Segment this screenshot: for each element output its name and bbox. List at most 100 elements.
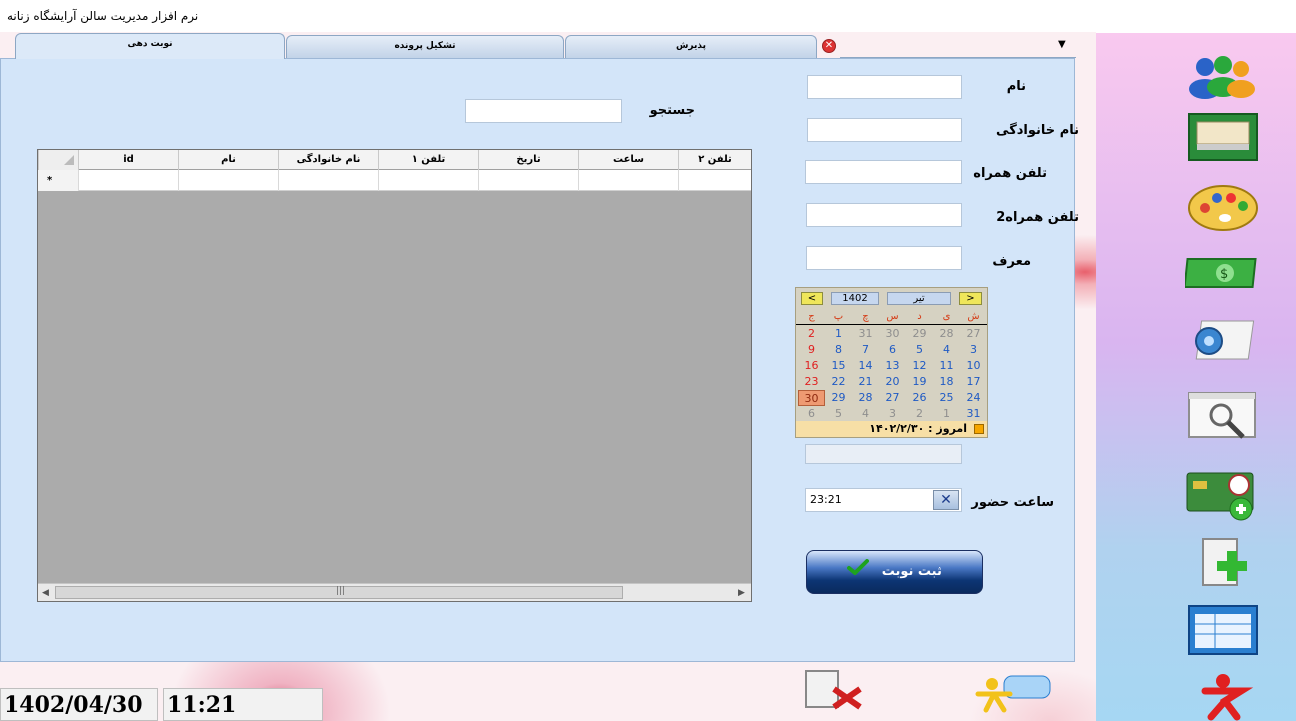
delete-document-icon[interactable] — [800, 667, 870, 713]
calendar-next-button[interactable]: > — [959, 292, 982, 305]
calendar-day[interactable]: 29 — [825, 390, 852, 406]
schedule-table-icon[interactable] — [1182, 600, 1264, 660]
calendar-day[interactable]: 23 — [798, 374, 825, 390]
weekday-label: س — [886, 311, 899, 322]
column-header[interactable]: id — [78, 150, 178, 170]
calendar-day[interactable]: 7 — [852, 342, 879, 358]
calendar-day[interactable]: 6 — [798, 406, 825, 422]
table-cell[interactable] — [78, 170, 178, 191]
calendar-day[interactable]: 1 — [825, 326, 852, 342]
horizontal-scrollbar[interactable]: ◀ ||| ▶ — [38, 583, 751, 601]
mobile2-field[interactable] — [806, 203, 962, 227]
calendar-day[interactable]: 19 — [906, 374, 933, 390]
close-icon[interactable]: ✕ — [822, 39, 836, 53]
table-cell[interactable] — [278, 170, 378, 191]
user-message-icon[interactable] — [970, 672, 1054, 714]
calendar-prev-button[interactable]: < — [801, 292, 823, 305]
table-cell[interactable] — [678, 170, 751, 191]
tab-file-creation[interactable]: تشکیل پرونده — [286, 35, 564, 58]
calendar-day[interactable]: 11 — [933, 358, 960, 374]
column-header[interactable]: نام — [178, 150, 278, 170]
calendar-month[interactable]: تیر — [887, 292, 951, 305]
calendar-day[interactable]: 16 — [798, 358, 825, 374]
clear-time-icon[interactable]: ✕ — [933, 490, 959, 510]
calendar-day[interactable]: 17 — [960, 374, 987, 390]
calendar-day[interactable]: 12 — [906, 358, 933, 374]
calendar-day[interactable]: 15 — [825, 358, 852, 374]
referrer-field[interactable] — [806, 246, 962, 270]
calendar-day[interactable]: 29 — [906, 326, 933, 342]
weekday-label: د — [917, 311, 922, 322]
new-row-marker: * — [38, 170, 78, 191]
calendar-day[interactable]: 14 — [852, 358, 879, 374]
calendar-day[interactable]: 5 — [906, 342, 933, 358]
calendar-day[interactable]: 30 — [879, 326, 906, 342]
tab-reception[interactable]: پذیرش — [565, 35, 817, 58]
calendar-day[interactable]: 20 — [879, 374, 906, 390]
calendar-day[interactable]: 24 — [960, 390, 987, 406]
table-row[interactable]: * — [38, 170, 751, 191]
submit-appointment-button[interactable]: ثبت نوبت — [806, 550, 983, 594]
column-header[interactable]: تلفن ۱ — [378, 150, 478, 170]
calendar-day[interactable]: 10 — [960, 358, 987, 374]
add-card-icon[interactable] — [1182, 465, 1264, 525]
files-drawer-icon[interactable] — [1182, 106, 1264, 166]
exit-icon[interactable] — [1182, 665, 1264, 721]
table-cell[interactable] — [178, 170, 278, 191]
table-cell[interactable] — [478, 170, 578, 191]
calendar-day[interactable]: 25 — [933, 390, 960, 406]
submit-label: ثبت نوبت — [881, 564, 942, 579]
column-header[interactable]: تلفن ۲ — [678, 150, 751, 170]
customers-icon[interactable] — [1182, 43, 1264, 103]
calendar-year[interactable]: 1402 — [831, 292, 879, 305]
calendar-day[interactable]: 4 — [933, 342, 960, 358]
calendar-day[interactable]: 21 — [852, 374, 879, 390]
calendar-day[interactable]: 2 — [906, 406, 933, 422]
calendar-day[interactable]: 28 — [933, 326, 960, 342]
calendar-day[interactable]: 31 — [852, 326, 879, 342]
table-cell[interactable] — [378, 170, 478, 191]
calendar-day[interactable]: 26 — [906, 390, 933, 406]
weekday-label: چ — [862, 311, 869, 322]
column-header[interactable]: نام خانوادگی — [278, 150, 378, 170]
calendar-day[interactable]: 31 — [960, 406, 987, 422]
tab-appointments[interactable]: نوبت دهی — [15, 33, 285, 59]
column-header[interactable]: تاریخ — [478, 150, 578, 170]
calendar-day[interactable]: 5 — [825, 406, 852, 422]
calendar-day[interactable]: 27 — [960, 326, 987, 342]
search-window-icon[interactable] — [1182, 385, 1264, 445]
calendar-day[interactable]: 3 — [879, 406, 906, 422]
calendar-day[interactable]: 27 — [879, 390, 906, 406]
money-icon[interactable]: $ — [1182, 243, 1264, 303]
calendar-day[interactable]: 4 — [852, 406, 879, 422]
referrer-label: معرف — [992, 254, 1031, 269]
today-marker-icon — [974, 424, 984, 434]
calendar-day[interactable]: 22 — [825, 374, 852, 390]
calendar-day[interactable]: 13 — [879, 358, 906, 374]
calendar-today[interactable]: امروز : ۱۴۰۲/۲/۳۰ — [796, 421, 987, 437]
calendar-day[interactable]: 1 — [933, 406, 960, 422]
calendar-day[interactable]: 3 — [960, 342, 987, 358]
arrival-time-label: ساعت حضور — [971, 495, 1054, 510]
scroll-left-icon[interactable]: ◀ — [42, 588, 49, 598]
grid-corner[interactable] — [38, 150, 78, 170]
settings-icon[interactable] — [1182, 309, 1264, 369]
calendar-day[interactable]: 9 — [798, 342, 825, 358]
search-input[interactable] — [465, 99, 622, 123]
name-field[interactable] — [807, 75, 962, 99]
calendar-day[interactable]: 8 — [825, 342, 852, 358]
calendar-day[interactable]: 28 — [852, 390, 879, 406]
palette-icon[interactable] — [1182, 176, 1264, 236]
table-cell[interactable] — [578, 170, 678, 191]
calendar-day[interactable]: 30 — [798, 390, 825, 406]
calendar-day[interactable]: 18 — [933, 374, 960, 390]
mobile-field[interactable] — [805, 160, 962, 184]
calendar-day[interactable]: 2 — [798, 326, 825, 342]
scroll-thumb[interactable]: ||| — [55, 586, 623, 599]
column-header[interactable]: ساعت — [578, 150, 678, 170]
chevron-down-icon[interactable]: ▼ — [1058, 39, 1066, 50]
add-document-icon[interactable] — [1182, 533, 1264, 593]
family-name-field[interactable] — [807, 118, 962, 142]
calendar-day[interactable]: 6 — [879, 342, 906, 358]
scroll-right-icon[interactable]: ▶ — [738, 588, 745, 598]
